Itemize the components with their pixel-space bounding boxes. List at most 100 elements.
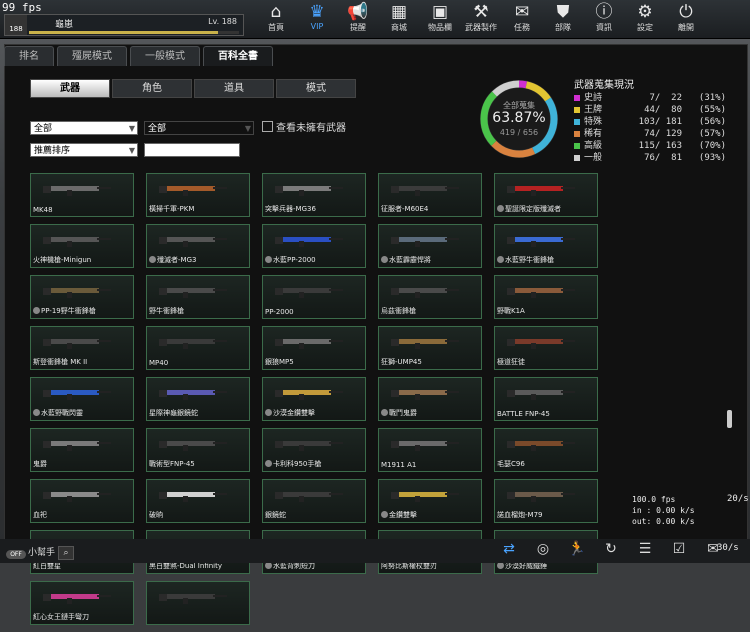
net-in: in : 0.00 k/s (632, 506, 695, 515)
search-icon[interactable]: ⌕ (58, 546, 75, 560)
nav-item-megaphone[interactable]: 📢 提醒 (340, 0, 376, 38)
sort-select-value: 推薦排序 (34, 146, 71, 156)
weapon-card[interactable]: PP-19野牛衝鋒槍 (30, 275, 134, 319)
weapon-name-text: PP-19野牛衝鋒槍 (41, 307, 96, 315)
tab-encyclopedia[interactable]: 百科全書 (203, 46, 273, 66)
weapon-card[interactable]: 破晌 (146, 479, 250, 523)
weapon-card[interactable]: 星際神龜銀鏡蛇 (146, 377, 250, 421)
weapon-card[interactable]: 野戰K1A (494, 275, 598, 319)
weapon-name: 聖誕限定版殲滅者 (497, 204, 597, 214)
weapon-card[interactable]: BATTLE FNP-45 (494, 377, 598, 421)
refresh-icon[interactable]: ⇄ (492, 541, 526, 561)
weapon-card[interactable]: 極道狂徒 (494, 326, 598, 370)
weapon-card[interactable]: 烏茲衝鋒槍 (378, 275, 482, 319)
weapon-image (159, 594, 227, 604)
sort-select[interactable]: 推薦排序 ▼ (30, 143, 138, 157)
weapon-card[interactable]: 水藍野戰閃靈 (30, 377, 134, 421)
weapon-card[interactable]: 征服者-M60E4 (378, 173, 482, 217)
subtab-modes[interactable]: 模式 (276, 79, 356, 98)
weapon-card[interactable]: 毛瑟C96 (494, 428, 598, 472)
weapon-card[interactable]: 沙漠金鑽雙擊 (262, 377, 366, 421)
calendar-icon[interactable]: ☑ (662, 541, 696, 561)
weapon-card[interactable]: MK48 (30, 173, 134, 217)
helper-toggle[interactable]: OFF (6, 550, 26, 559)
rarity-name: 高級 (584, 141, 603, 151)
nav-item-ticket[interactable]: ✉ 任務 (504, 0, 540, 38)
weapon-image (159, 492, 227, 502)
weapon-name-text: 紅心女王鏈手彎刀 (33, 613, 89, 621)
weapon-image (159, 339, 227, 349)
filter-select-2[interactable]: 全部 ▼ (144, 121, 254, 135)
weapon-image (275, 390, 343, 400)
weapon-card[interactable]: 水藍霹靂悍將 (378, 224, 482, 268)
total-collection-percent: 63.87% (492, 110, 546, 126)
weapon-card[interactable]: PP-2000 (262, 275, 366, 319)
player-card[interactable]: 188 龜崽 Lv. 188 (4, 14, 244, 36)
search-input[interactable] (144, 143, 240, 157)
weapon-name-text: 橫掃千軍-PKM (149, 205, 195, 213)
weapon-card[interactable] (146, 581, 250, 625)
weapon-card[interactable]: 斯登衝鋒槍 MK II (30, 326, 134, 370)
weapon-name-text: 諾血榴炮-M79 (497, 511, 543, 519)
weapon-card[interactable]: 紅心女王鏈手彎刀 (30, 581, 134, 625)
weapon-card[interactable]: 野牛衝鋒槍 (146, 275, 250, 319)
weapon-card[interactable]: 聖誕限定版殲滅者 (494, 173, 598, 217)
loading-icon[interactable]: ↻ (594, 541, 628, 561)
weapon-card[interactable]: 卡利科950手槍 (262, 428, 366, 472)
weapon-image (507, 441, 575, 451)
weapon-card[interactable]: 血祀 (30, 479, 134, 523)
weapon-name-text: 阿努比斯權杖雙刃 (381, 562, 437, 570)
rarity-swatch (574, 119, 580, 125)
weapon-card[interactable]: 金鑽雙擊 (378, 479, 482, 523)
grid-scrollbar[interactable] (727, 410, 732, 428)
weapon-name: 突擊兵器-MG36 (265, 204, 365, 214)
nav-item-home[interactable]: ⌂ 首頁 (258, 0, 294, 38)
show-unowned-checkbox[interactable] (262, 121, 273, 132)
weapon-image (43, 186, 111, 196)
runner-icon[interactable]: 🏃 (560, 541, 594, 561)
filter-select-1[interactable]: 全部 ▼ (30, 121, 138, 135)
subtab-items[interactable]: 道具 (194, 79, 274, 98)
collection-row: 史詩 7/ 22 (31%) (574, 92, 726, 104)
ring-segment-0 (518, 80, 528, 89)
nav-item-shield[interactable]: ⛊ 部隊 (545, 0, 581, 38)
tab-zombie-mode[interactable]: 殭屍模式 (57, 46, 127, 66)
compass-icon[interactable]: ◎ (526, 541, 560, 561)
weapon-card[interactable]: 銀狼MP5 (262, 326, 366, 370)
weapon-card[interactable]: 殲滅者-MG3 (146, 224, 250, 268)
weapon-image (391, 237, 459, 247)
nav-item-briefcase[interactable]: ▣ 物品欄 (422, 0, 458, 38)
weapon-name: 水藍野牛衝鋒槍 (497, 255, 597, 265)
weapon-card[interactable]: 火神機槍-Minigun (30, 224, 134, 268)
weapon-card[interactable]: 銀鏡蛇 (262, 479, 366, 523)
weapon-card[interactable]: MP40 (146, 326, 250, 370)
weapon-card[interactable]: 水藍野牛衝鋒槍 (494, 224, 598, 268)
mode-tabs: 排名 殭屍模式 一般模式 百科全書 (4, 46, 276, 66)
nav-item-power[interactable]: ⏻ 離開 (668, 0, 704, 38)
nav-item-info[interactable]: ⓘ 資訊 (586, 0, 622, 38)
weapon-card[interactable]: M1911 A1 (378, 428, 482, 472)
nav-item-shop[interactable]: ▦ 商城 (381, 0, 417, 38)
weapon-card[interactable]: 戰鬥鬼爵 (378, 377, 482, 421)
weapon-name-text: 星際神龜銀鏡蛇 (149, 409, 198, 417)
weapon-card[interactable]: 諾血榴炮-M79 (494, 479, 598, 523)
subtab-weapons[interactable]: 武器 (30, 79, 110, 98)
nav-item-crafting[interactable]: ⚒ 武器製作 (463, 0, 499, 38)
tab-ranking[interactable]: 排名 (4, 46, 54, 66)
checklist-icon[interactable]: ☰ (628, 541, 662, 561)
weapon-name-text: 破晌 (149, 511, 163, 519)
weapon-card[interactable]: 狂獅-UMP45 (378, 326, 482, 370)
subtab-characters[interactable]: 角色 (112, 79, 192, 98)
nav-item-crown[interactable]: ♛ VIP (299, 0, 335, 38)
weapon-image (507, 339, 575, 349)
tab-normal-mode[interactable]: 一般模式 (130, 46, 200, 66)
crown-icon: ♛ (309, 2, 325, 22)
weapon-name: MP40 (149, 359, 249, 367)
weapon-card[interactable]: 水藍PP-2000 (262, 224, 366, 268)
nav-item-gear[interactable]: ⚙ 設定 (627, 0, 663, 38)
weapon-card[interactable]: 鬼爵 (30, 428, 134, 472)
weapon-card[interactable]: 戰術型FNP-45 (146, 428, 250, 472)
weapon-card[interactable]: 橫掃千軍-PKM (146, 173, 250, 217)
weapon-card[interactable]: 突擊兵器-MG36 (262, 173, 366, 217)
weapon-name: 銀狼MP5 (265, 357, 365, 367)
